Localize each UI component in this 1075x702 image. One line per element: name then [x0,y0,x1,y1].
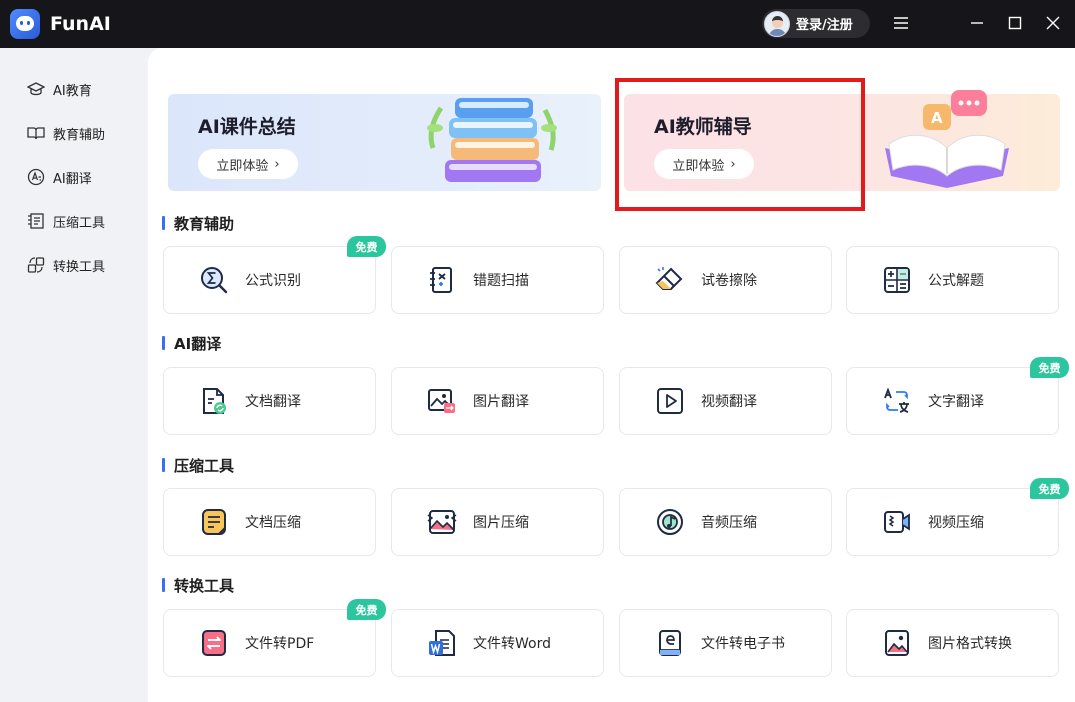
compress-icon [26,212,46,230]
card-video-compress[interactable]: 视频压缩 免费 [846,478,1069,556]
menu-icon[interactable] [890,12,912,34]
image-format-icon [880,626,914,660]
card-file-to-ebook[interactable]: 文件转电子书 [619,609,832,677]
section-title-education-assist: 教育辅助 [162,213,234,233]
calculator-icon [880,263,914,297]
sidebar-item-compress-tools[interactable]: 压缩工具 [26,210,105,232]
image-compress-icon [425,505,459,539]
sidebar-item-education-assist[interactable]: 教育辅助 [26,122,105,144]
video-play-icon [653,384,687,418]
card-formula-solve[interactable]: 公式解题 [846,246,1059,314]
minimize-icon[interactable] [966,12,988,34]
card-video-translate[interactable]: 视频翻译 [619,367,832,435]
audio-disc-icon [653,505,687,539]
sidebar-item-label: 教育辅助 [53,127,106,143]
try-now-label: 立即体验 [216,158,269,174]
card-file-to-pdf[interactable]: 文件转PDF 免费 [163,599,386,677]
banner-courseware-summary[interactable]: AI课件总结 立即体验 › [168,94,601,191]
sidebar-item-ai-education[interactable]: AI教育 [26,78,92,100]
card-label: 公式识别 [245,273,301,289]
sidebar-item-ai-translate[interactable]: AI翻译 [26,166,92,188]
free-badge: 免费 [347,236,386,257]
card-label: 试卷擦除 [701,273,757,289]
image-translate-icon [425,384,459,418]
card-image-translate[interactable]: 图片翻译 [391,367,604,435]
word-icon [425,626,459,660]
free-badge: 免费 [1030,357,1069,378]
section-title-label: 教育辅助 [174,214,235,233]
books-illustration-icon [427,98,557,182]
card-label: 文字翻译 [928,394,984,410]
card-audio-compress[interactable]: 音频压缩 [619,488,832,556]
login-register-button[interactable]: 登录/注册 [762,9,870,38]
maximize-icon[interactable] [1004,12,1026,34]
card-label: 文档翻译 [245,394,301,410]
card-wrong-question-scan[interactable]: 错题扫描 [391,246,604,314]
main-panel: AI课件总结 立即体验 › AI教师辅导 立即体验 › A 教育辅助 公式识别 … [148,48,1075,702]
card-label: 错题扫描 [473,273,529,289]
banner-title: AI课件总结 [198,116,296,138]
svg-text:A: A [931,109,943,127]
free-badge: 免费 [1030,478,1069,499]
section-title-label: 压缩工具 [174,456,235,475]
document-translate-icon [197,384,231,418]
card-document-compress[interactable]: 文档压缩 [163,488,376,556]
open-book-icon [26,124,46,142]
card-label: 图片格式转换 [928,636,1012,652]
card-paper-erase[interactable]: 试卷擦除 [619,246,832,314]
card-label: 视频压缩 [928,515,984,531]
title-bar: FunAI 登录/注册 [0,0,1075,48]
card-label: 图片压缩 [473,515,529,531]
sidebar-item-label: 转换工具 [53,259,106,275]
chevron-right-icon: › [274,156,280,172]
video-camera-icon [880,505,914,539]
graduation-cap-icon [26,80,46,98]
section-title-convert-tools: 转换工具 [162,575,234,595]
app-logo-icon [10,9,40,39]
card-formula-recognition[interactable]: 公式识别 免费 [163,236,386,314]
section-title-compress-tools: 压缩工具 [162,455,234,475]
card-image-format-convert[interactable]: 图片格式转换 [846,609,1059,677]
text-translate-icon [880,384,914,418]
card-label: 文件转PDF [245,636,315,652]
section-title-ai-translate: AI翻译 [162,333,221,353]
highlight-box [615,78,865,211]
card-label: 音频压缩 [701,515,757,531]
wrong-question-scan-icon [425,263,459,297]
section-title-label: AI翻译 [174,334,222,353]
sidebar-item-label: AI教育 [53,83,92,99]
free-badge: 免费 [347,599,386,620]
card-file-to-word[interactable]: 文件转Word [391,609,604,677]
sidebar-item-label: 压缩工具 [53,215,106,231]
login-register-label: 登录/注册 [796,18,853,33]
sidebar-item-label: AI翻译 [53,171,92,187]
card-label: 公式解题 [928,273,984,289]
eraser-icon [653,263,687,297]
close-icon[interactable] [1042,12,1064,34]
ebook-icon [653,626,687,660]
document-compress-icon [197,505,231,539]
sidebar-item-convert-tools[interactable]: 转换工具 [26,254,105,276]
card-label: 图片翻译 [473,394,529,410]
card-text-translate[interactable]: 文字翻译 免费 [846,357,1069,435]
book-chat-illustration-icon: A [885,90,1009,188]
convert-icon [26,256,46,274]
translate-icon [26,168,46,186]
card-label: 文件转电子书 [701,636,785,652]
card-image-compress[interactable]: 图片压缩 [391,488,604,556]
avatar [764,10,790,37]
section-title-label: 转换工具 [174,576,235,595]
sidebar: AI教育 教育辅助 AI翻译 压缩工具 转换工具 [0,48,148,702]
file-to-pdf-icon [197,626,231,660]
card-document-translate[interactable]: 文档翻译 [163,367,376,435]
card-label: 文件转Word [473,636,551,652]
card-label: 文档压缩 [245,515,301,531]
try-now-button[interactable]: 立即体验 › [198,149,298,179]
card-label: 视频翻译 [701,394,757,410]
formula-scan-icon [197,263,231,297]
app-name: FunAI [50,13,111,35]
